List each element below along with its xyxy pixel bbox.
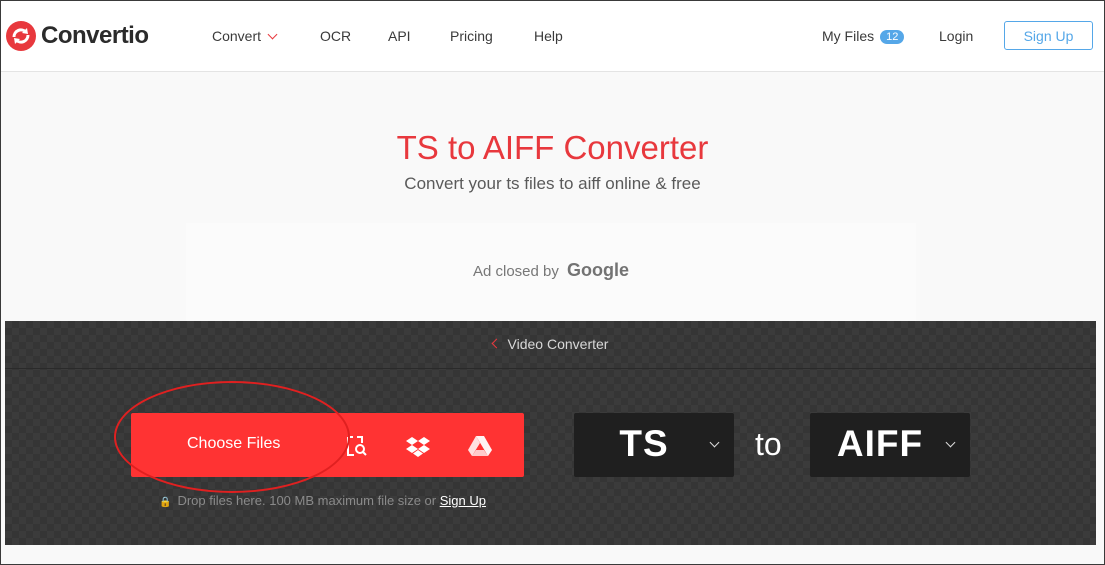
- choose-files-button-group: Choose Files: [131, 413, 524, 477]
- lock-icon: 🔒: [159, 497, 172, 508]
- nav-help[interactable]: Help: [534, 28, 563, 44]
- files-count-badge: 12: [880, 30, 905, 44]
- drop-files-note: 🔒 Drop files here. 100 MB maximum file si…: [159, 493, 486, 508]
- page-footer-strip: [1, 546, 1104, 564]
- ad-placeholder: Ad closed by Google: [186, 223, 916, 321]
- choose-files-button[interactable]: Choose Files: [187, 435, 280, 453]
- drop-signup-link[interactable]: Sign Up: [440, 493, 486, 508]
- nav-login[interactable]: Login: [939, 28, 973, 44]
- google-wordmark: Google: [567, 260, 630, 280]
- chevron-left-icon: [491, 338, 501, 349]
- nav-ocr[interactable]: OCR: [320, 28, 351, 44]
- breadcrumb-video-converter[interactable]: Video Converter: [5, 336, 1096, 352]
- breadcrumb-label: Video Converter: [507, 336, 609, 352]
- target-format-label: AIFF: [836, 423, 924, 464]
- to-separator: to: [755, 426, 782, 462]
- my-files-label: My Files: [822, 28, 875, 44]
- page-title: TS to AIFF Converter: [396, 129, 709, 166]
- nav-convert-label: Convert: [212, 28, 262, 44]
- nav-pricing[interactable]: Pricing: [450, 28, 493, 44]
- signup-button[interactable]: Sign Up: [1004, 21, 1093, 50]
- file-search-icon[interactable]: [343, 433, 369, 459]
- browser-page: Convertio Convert OCR API Pricing Help M…: [0, 0, 1105, 565]
- nav-my-files[interactable]: My Files 12: [822, 28, 905, 45]
- nav-api[interactable]: API: [388, 28, 411, 44]
- convertio-logo-icon: [6, 21, 36, 51]
- drop-note-text: Drop files here. 100 MB maximum file siz…: [177, 493, 437, 508]
- source-format-select[interactable]: TS: [574, 413, 734, 477]
- logo-text: Convertio: [41, 22, 149, 49]
- page-subtitle: Convert your ts files to aiff online & f…: [404, 174, 701, 193]
- dropbox-icon[interactable]: [405, 433, 431, 459]
- target-format-select[interactable]: AIFF: [810, 413, 970, 477]
- chevron-down-icon: [267, 29, 278, 40]
- logo[interactable]: Convertio: [5, 20, 149, 52]
- ad-closed-text: Ad closed by Google: [186, 260, 916, 281]
- ad-closed-label: Ad closed by: [472, 263, 559, 280]
- breadcrumb: Video Converter: [5, 321, 1096, 369]
- source-format-label: TS: [619, 423, 669, 464]
- nav-convert[interactable]: Convert: [212, 28, 278, 44]
- site-header: Convertio Convert OCR API Pricing Help M…: [1, 1, 1104, 72]
- google-drive-icon[interactable]: [467, 433, 493, 459]
- converter-panel: Video Converter Choose Files 🔒 Drop file…: [5, 321, 1096, 545]
